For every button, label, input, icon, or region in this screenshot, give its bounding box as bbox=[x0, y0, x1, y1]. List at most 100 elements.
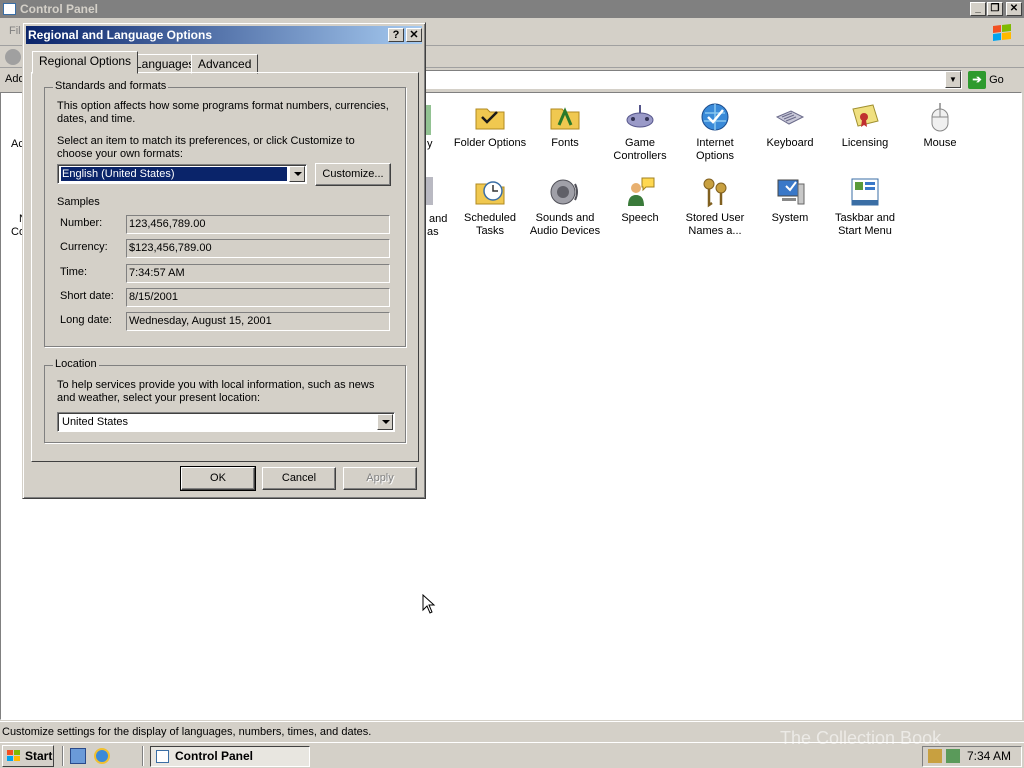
minimize-button[interactable]: _ bbox=[970, 2, 986, 16]
format-select[interactable]: English (United States) bbox=[57, 164, 307, 184]
stored-user-names-icon bbox=[703, 178, 727, 208]
partial-label: as bbox=[427, 226, 439, 238]
format-dropdown-button[interactable] bbox=[289, 166, 305, 182]
internet-options-icon bbox=[701, 103, 729, 131]
cp-item-stored-user-names[interactable]: Stored User Names a... bbox=[677, 176, 753, 238]
sounds-icon bbox=[550, 179, 578, 205]
customize-label: Customize... bbox=[322, 168, 384, 180]
cp-item-keyboard[interactable]: Keyboard bbox=[752, 101, 828, 150]
main-title-bar: Control Panel bbox=[0, 0, 1024, 18]
tab-label: Languages bbox=[135, 57, 195, 71]
taskbar-icon bbox=[851, 178, 879, 206]
standards-group: Standards and formats This option affect… bbox=[44, 80, 406, 347]
mouse-cursor-icon bbox=[422, 594, 436, 614]
back-icon[interactable] bbox=[5, 49, 21, 65]
tab-panel: Standards and formats This option affect… bbox=[31, 72, 419, 462]
cp-item-fonts[interactable]: Fonts bbox=[527, 101, 603, 150]
apply-label: Apply bbox=[366, 472, 394, 484]
status-text: Customize settings for the display of la… bbox=[2, 726, 372, 738]
cancel-label: Cancel bbox=[281, 472, 317, 484]
location-dropdown-button[interactable] bbox=[377, 414, 393, 430]
ok-label: OK bbox=[210, 472, 226, 484]
cp-item-folder-options[interactable]: Folder Options bbox=[452, 101, 528, 150]
cp-item-game-controllers[interactable]: Game Controllers bbox=[602, 101, 678, 163]
scheduled-tasks-icon bbox=[475, 181, 505, 205]
start-label: Start bbox=[25, 749, 53, 763]
fonts-icon bbox=[550, 107, 580, 130]
cp-item-scheduled-tasks[interactable]: Scheduled Tasks bbox=[452, 176, 528, 238]
sample-currency-value: $123,456,789.00 bbox=[126, 239, 390, 258]
start-button[interactable]: Start bbox=[2, 745, 54, 767]
cp-item-sounds[interactable]: Sounds and Audio Devices bbox=[527, 176, 603, 238]
dialog-close-button[interactable]: ✕ bbox=[406, 28, 422, 42]
tab-regional-options[interactable]: Regional Options bbox=[32, 51, 139, 74]
tray-icon-network[interactable] bbox=[946, 749, 960, 763]
go-arrow-icon: ➔ bbox=[968, 71, 986, 90]
quicklaunch-divider bbox=[142, 746, 144, 766]
close-button[interactable]: ✕ bbox=[1006, 2, 1022, 16]
sample-short-date-value: 8/15/2001 bbox=[126, 288, 390, 307]
help-button[interactable]: ? bbox=[388, 28, 404, 42]
taskbar-button-control-panel[interactable]: Control Panel bbox=[150, 746, 310, 767]
location-group-label: Location bbox=[53, 358, 99, 370]
apply-button[interactable]: Apply bbox=[343, 467, 417, 490]
restore-button[interactable]: ❐ bbox=[987, 2, 1003, 16]
tray-icon-language[interactable] bbox=[928, 749, 942, 763]
sample-short-date-label: Short date: bbox=[60, 290, 114, 302]
cp-item-licensing[interactable]: Licensing bbox=[827, 101, 903, 150]
location-value: United States bbox=[62, 416, 129, 428]
dialog-title: Regional and Language Options bbox=[28, 28, 213, 42]
samples-label: Samples bbox=[57, 196, 100, 208]
quicklaunch-divider bbox=[62, 746, 64, 766]
mouse-icon bbox=[931, 103, 949, 132]
location-description: To help services provide you with local … bbox=[57, 379, 375, 404]
sample-time-value: 7:34:57 AM bbox=[126, 264, 390, 283]
tab-advanced[interactable]: Advanced bbox=[191, 54, 259, 74]
start-flag-icon bbox=[7, 750, 20, 761]
menu-file[interactable]: Fil bbox=[9, 25, 21, 37]
windows-logo-icon bbox=[993, 24, 1011, 41]
tab-label: Regional Options bbox=[39, 54, 132, 68]
watermark: The Collection Book bbox=[780, 728, 941, 749]
internet-explorer-icon[interactable] bbox=[94, 748, 110, 764]
go-button[interactable]: ➔ Go bbox=[968, 70, 1018, 90]
cp-item-mouse[interactable]: Mouse bbox=[902, 101, 978, 150]
keyboard-icon bbox=[775, 110, 805, 125]
cp-item-internet-options[interactable]: Internet Options bbox=[677, 101, 753, 163]
customize-button[interactable]: Customize... bbox=[315, 163, 391, 186]
regional-options-dialog: Regional and Language Options ? ✕ Region… bbox=[22, 22, 426, 499]
main-title: Control Panel bbox=[20, 2, 99, 16]
task-label: Control Panel bbox=[175, 749, 254, 763]
show-desktop-icon[interactable] bbox=[70, 748, 86, 764]
sample-long-date-value: Wednesday, August 15, 2001 bbox=[126, 312, 390, 331]
cancel-button[interactable]: Cancel bbox=[262, 467, 336, 490]
cp-item-system[interactable]: System bbox=[752, 176, 828, 225]
control-panel-task-icon bbox=[156, 750, 169, 763]
sample-number-value: 123,456,789.00 bbox=[126, 215, 390, 234]
standards-group-label: Standards and formats bbox=[53, 80, 169, 92]
speech-icon bbox=[628, 177, 655, 206]
cp-item-speech[interactable]: Speech bbox=[602, 176, 678, 225]
sample-currency-label: Currency: bbox=[60, 241, 108, 253]
watermark-text: The Collection Book bbox=[780, 728, 942, 748]
select-description: Select an item to match its preferences,… bbox=[57, 135, 355, 160]
standards-description: This option affects how some programs fo… bbox=[57, 100, 389, 125]
control-panel-window-icon bbox=[3, 3, 16, 15]
address-input[interactable] bbox=[420, 70, 962, 89]
sample-number-label: Number: bbox=[60, 217, 103, 229]
go-label: Go bbox=[989, 74, 1004, 86]
folder-options-icon bbox=[475, 108, 505, 130]
sample-long-date-label: Long date: bbox=[60, 314, 112, 326]
cp-item-taskbar[interactable]: Taskbar and Start Menu bbox=[827, 176, 903, 238]
tab-label: Advanced bbox=[198, 57, 252, 71]
licensing-icon bbox=[852, 104, 879, 127]
format-value: English (United States) bbox=[60, 166, 288, 182]
location-select[interactable]: United States bbox=[57, 412, 395, 432]
partial-label: and bbox=[429, 213, 448, 225]
address-dropdown-button[interactable]: ▼ bbox=[945, 71, 961, 88]
clock: 7:34 AM bbox=[966, 749, 1011, 763]
system-icon bbox=[777, 179, 805, 205]
game-controllers-icon bbox=[626, 105, 654, 128]
sample-time-label: Time: bbox=[60, 266, 88, 278]
ok-button[interactable]: OK bbox=[180, 466, 256, 491]
